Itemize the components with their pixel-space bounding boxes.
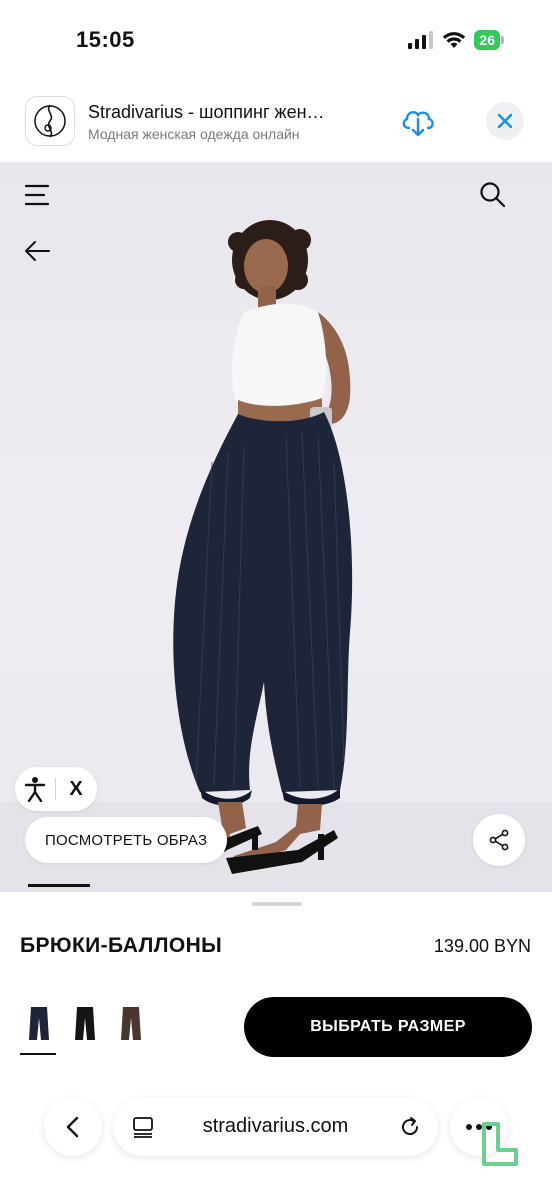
select-size-button[interactable]: ВЫБРАТЬ РАЗМЕР — [244, 997, 532, 1057]
accessibility-widget: X — [15, 767, 97, 811]
battery-cap — [501, 36, 504, 44]
accessibility-button[interactable] — [15, 767, 55, 811]
browser-back-button[interactable] — [44, 1098, 102, 1156]
gallery-progress-indicator — [28, 884, 90, 887]
trousers-navy-icon — [29, 1007, 49, 1040]
battery-indicator: 26 — [474, 30, 504, 50]
chevron-left-icon — [66, 1116, 79, 1138]
trousers-black-icon — [75, 1007, 95, 1040]
search-icon — [480, 182, 506, 208]
close-icon — [497, 113, 513, 129]
stradivarius-logo-icon — [34, 104, 66, 138]
share-button[interactable] — [473, 814, 525, 866]
download-app-button[interactable] — [398, 102, 438, 142]
wifi-icon — [443, 32, 466, 48]
battery-level: 26 — [474, 30, 500, 50]
url-text: stradivarius.com — [202, 1115, 349, 1137]
search-button[interactable] — [478, 180, 508, 210]
arrow-left-icon — [25, 241, 50, 261]
trousers-brown-icon — [121, 1007, 141, 1040]
color-swatch-navy[interactable] — [20, 1002, 58, 1055]
cloud-download-icon — [402, 111, 434, 137]
app-subtitle: Модная женская одежда онлайн — [88, 126, 300, 142]
status-icons: 26 — [408, 30, 504, 50]
share-icon — [489, 829, 509, 851]
color-swatches — [20, 1002, 150, 1055]
menu-button[interactable] — [22, 180, 52, 210]
app-title: Stradivarius - шоппинг жен… — [88, 102, 325, 122]
status-time: 15:05 — [76, 27, 135, 52]
app-install-banner: Stradivarius - шоппинг жен… Модная женск… — [0, 84, 552, 162]
sheet-drag-handle[interactable] — [252, 902, 302, 906]
color-swatch-brown[interactable] — [112, 1002, 150, 1054]
view-look-button[interactable]: ПОСМОТРЕТЬ ОБРАЗ — [25, 817, 228, 863]
hamburger-menu-icon — [24, 184, 50, 206]
close-banner-button[interactable] — [486, 102, 524, 140]
product-name: БРЮКИ-БАЛЛОНЫ — [20, 934, 223, 957]
status-bar: 15:05 26 — [0, 0, 552, 82]
product-gallery[interactable]: X ПОСМОТРЕТЬ ОБРАЗ — [0, 162, 552, 892]
browser-toolbar: stradivarius.com — [0, 1080, 552, 1200]
accessibility-close-button[interactable]: X — [56, 767, 96, 811]
reload-icon[interactable] — [397, 1114, 423, 1140]
accessibility-icon — [24, 777, 46, 802]
product-price: 139.00 BYN — [433, 936, 531, 956]
app-logo[interactable] — [25, 96, 75, 146]
back-button[interactable] — [22, 238, 52, 264]
address-bar[interactable]: stradivarius.com — [113, 1098, 438, 1156]
signal-icon — [408, 31, 434, 49]
watermark-logo-icon — [482, 1122, 518, 1166]
color-swatch-black[interactable] — [66, 1002, 104, 1054]
